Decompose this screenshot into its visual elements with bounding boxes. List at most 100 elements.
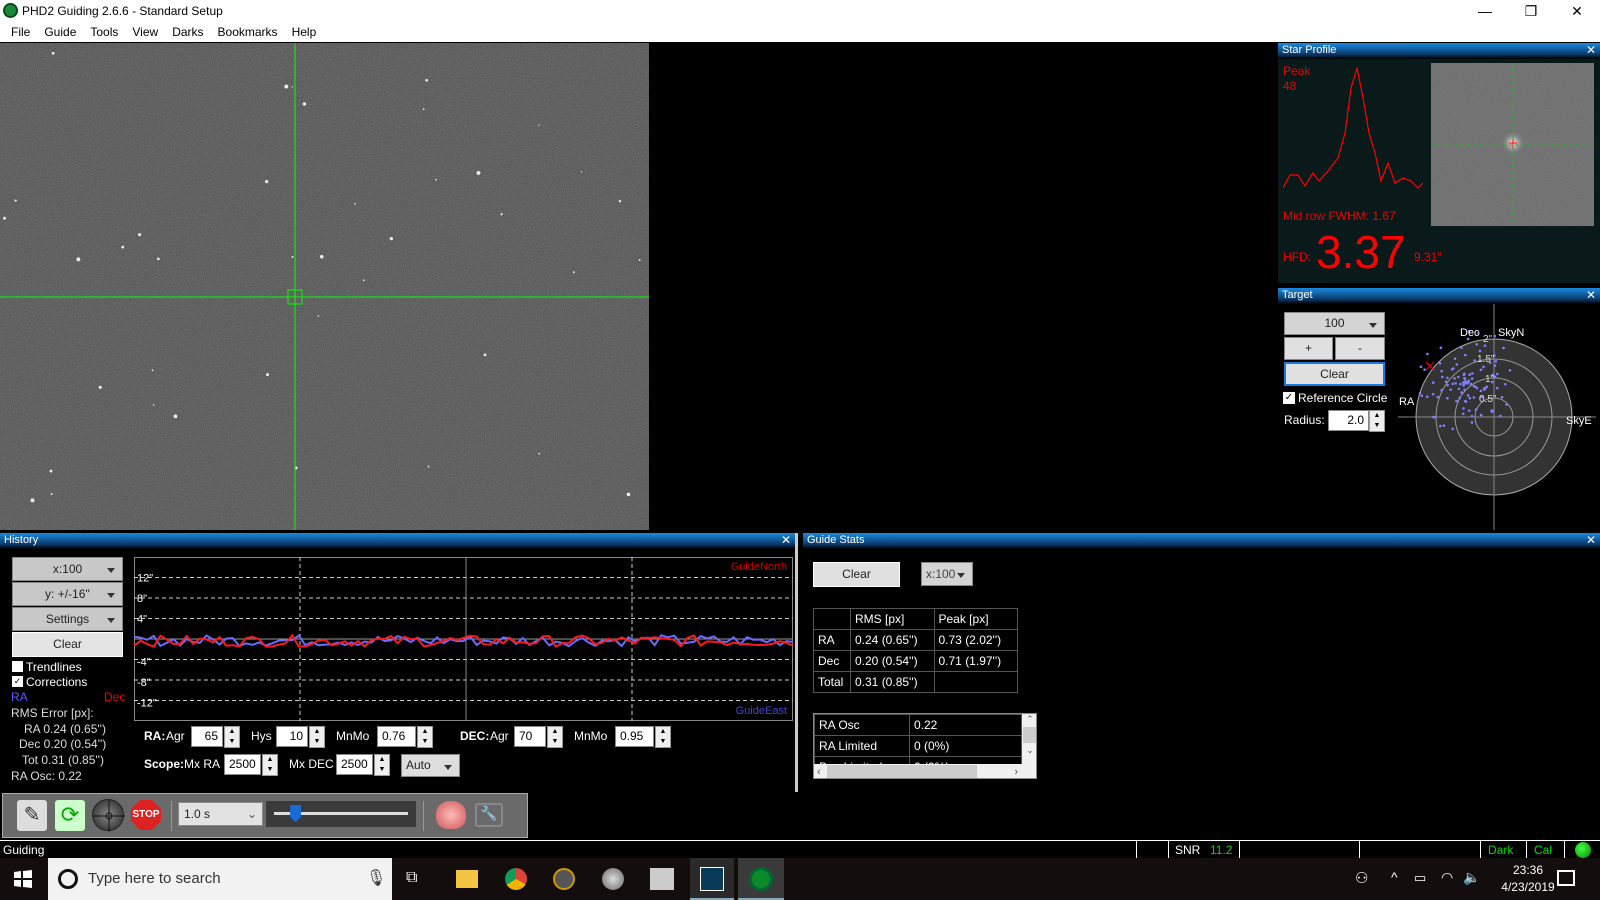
stats-clear-button[interactable]: Clear xyxy=(813,562,900,587)
phd2-taskbar-icon[interactable] xyxy=(738,858,784,900)
corrections-checkbox[interactable]: ✓ xyxy=(12,676,23,687)
chrome-icon[interactable] xyxy=(505,868,527,890)
chevron-up-icon[interactable]: ^ xyxy=(1391,869,1398,885)
file-explorer-icon[interactable] xyxy=(456,870,478,888)
vertical-scrollbar[interactable]: ⌃ ⌄ xyxy=(1022,714,1036,764)
battery-icon[interactable]: ▭ xyxy=(1414,870,1426,886)
reference-circle-checkbox[interactable]: ✓ xyxy=(1283,392,1295,404)
menu-tools[interactable]: Tools xyxy=(83,22,125,42)
target-clear-button[interactable]: Clear xyxy=(1284,362,1385,386)
exposure-dropdown[interactable]: 1.0 s ⌄ xyxy=(178,802,263,826)
target-point xyxy=(1420,394,1424,398)
brain-icon[interactable] xyxy=(436,801,466,829)
stop-button[interactable]: STOP xyxy=(131,800,161,830)
connect-gear-button[interactable]: ✎ xyxy=(17,800,47,831)
radius-input[interactable]: 2.0 xyxy=(1328,410,1369,431)
app-icon[interactable] xyxy=(553,868,575,890)
close-icon[interactable]: ✕ xyxy=(1586,43,1596,57)
menu-guide[interactable]: Guide xyxy=(37,22,83,42)
ring-label: 1" xyxy=(1485,374,1495,385)
mx-dec-input[interactable]: 2500 xyxy=(336,754,373,775)
menu-file[interactable]: File xyxy=(4,22,37,42)
restore-button[interactable]: ❐ xyxy=(1508,0,1554,22)
cortana-icon xyxy=(58,869,78,889)
panel-title: History xyxy=(4,534,39,546)
target-point xyxy=(1485,385,1489,388)
menu-help[interactable]: Help xyxy=(285,22,324,42)
ra-hys-spinner[interactable]: ▲ ▼ xyxy=(309,726,325,748)
ra-mnmo-spinner[interactable]: ▲ ▼ xyxy=(417,726,433,748)
rms-ra: RA 0.24 (0.65'') xyxy=(24,722,106,736)
target-scale-dropdown[interactable]: 100 xyxy=(1284,312,1385,335)
target-point xyxy=(1423,368,1426,371)
target-point xyxy=(1475,386,1479,390)
horizontal-scrollbar[interactable]: ‹ › xyxy=(814,764,1036,778)
star xyxy=(638,259,641,261)
app-icon[interactable] xyxy=(650,868,674,890)
taskbar-search-box[interactable]: Type here to search 🎙 xyxy=(48,858,392,900)
star xyxy=(3,216,6,220)
minimize-button[interactable]: — xyxy=(1462,0,1508,22)
stats-x-scale-dropdown[interactable]: x:100 xyxy=(921,562,973,586)
gamma-slider[interactable] xyxy=(266,801,416,827)
notification-icon[interactable] xyxy=(1557,870,1575,886)
task-view-icon[interactable]: ⧉ xyxy=(406,869,417,887)
camera-settings-icon[interactable]: 🔧 xyxy=(475,803,503,827)
star xyxy=(284,84,289,89)
wifi-icon[interactable]: ◠ xyxy=(1441,869,1453,886)
volume-icon[interactable]: 🔈 xyxy=(1463,869,1480,886)
dec-agr-input[interactable]: 70 xyxy=(514,726,546,747)
menu-bookmarks[interactable]: Bookmarks xyxy=(211,22,285,42)
star xyxy=(173,414,178,419)
x-scale-dropdown[interactable]: x:100 xyxy=(12,557,123,581)
hfd-label: HFD: xyxy=(1283,250,1311,264)
trendlines-checkbox[interactable] xyxy=(12,661,23,672)
zoom-in-button[interactable]: + xyxy=(1284,337,1333,360)
skye-label: SkyE xyxy=(1566,415,1592,427)
close-icon[interactable]: ✕ xyxy=(781,533,791,547)
y-scale-dropdown[interactable]: y: +/-16'' xyxy=(12,582,123,606)
target-point xyxy=(1433,415,1437,419)
dec-mode-dropdown[interactable]: Auto xyxy=(401,754,460,777)
slider-thumb[interactable] xyxy=(290,805,302,822)
guide-button[interactable] xyxy=(92,799,125,832)
mx-dec-spinner[interactable]: ▲ ▼ xyxy=(374,754,390,776)
people-icon[interactable]: ⚇ xyxy=(1355,869,1368,887)
menu-view[interactable]: View xyxy=(125,22,165,42)
ra-agr-input[interactable]: 65 xyxy=(191,726,223,747)
target-point xyxy=(1419,365,1423,369)
star xyxy=(152,404,155,406)
zoom-out-button[interactable]: - xyxy=(1335,337,1385,360)
ra-agr-spinner[interactable]: ▲ ▼ xyxy=(224,726,240,748)
dec-agr-spinner[interactable]: ▲ ▼ xyxy=(547,726,563,748)
close-icon[interactable]: ✕ xyxy=(1586,533,1596,547)
windows-start-icon[interactable] xyxy=(14,870,32,888)
hys-label: Hys xyxy=(251,729,272,743)
app-icon[interactable] xyxy=(690,858,734,900)
mx-ra-spinner[interactable]: ▲ ▼ xyxy=(262,754,278,776)
ra-mnmo-input[interactable]: 0.76 xyxy=(377,726,416,747)
camera-view[interactable] xyxy=(0,43,649,530)
mx-ra-input[interactable]: 2500 xyxy=(224,754,261,775)
microphone-icon[interactable]: 🎙 xyxy=(366,868,386,888)
guide-stats-panel: Guide Stats ✕ Clear x:100 RMS [px] Peak [p… xyxy=(803,533,1600,792)
settings-dropdown[interactable]: Settings xyxy=(12,607,123,631)
target-point xyxy=(1470,414,1474,418)
close-button[interactable]: ✕ xyxy=(1554,0,1600,22)
history-clear-button[interactable]: Clear xyxy=(12,632,123,657)
target-point xyxy=(1440,369,1443,373)
clock[interactable]: 23:36 4/23/2019 xyxy=(1488,863,1568,894)
dec-mnmo-spinner[interactable]: ▲ ▼ xyxy=(655,726,671,748)
close-icon[interactable]: ✕ xyxy=(1586,288,1596,302)
app-icon[interactable] xyxy=(602,868,624,890)
taskbar: Type here to search 🎙 ⧉ ⚇ ^ ▭ ◠ 🔈 23:36 4… xyxy=(0,858,1600,900)
loop-button[interactable]: ⟳ xyxy=(55,800,85,831)
target-point xyxy=(1457,375,1460,379)
star-profile-header: Star Profile ✕ xyxy=(1278,43,1600,59)
radius-spinner[interactable]: ▲ ▼ xyxy=(1369,410,1385,432)
menu-darks[interactable]: Darks xyxy=(165,22,210,42)
ra-hys-input[interactable]: 10 xyxy=(276,726,308,747)
target-point xyxy=(1466,394,1470,397)
dec-mnmo-input[interactable]: 0.95 xyxy=(615,726,654,747)
stats-list[interactable]: RA Osc0.22 RA Limited0 (0%) Dec Limited0… xyxy=(813,713,1037,779)
